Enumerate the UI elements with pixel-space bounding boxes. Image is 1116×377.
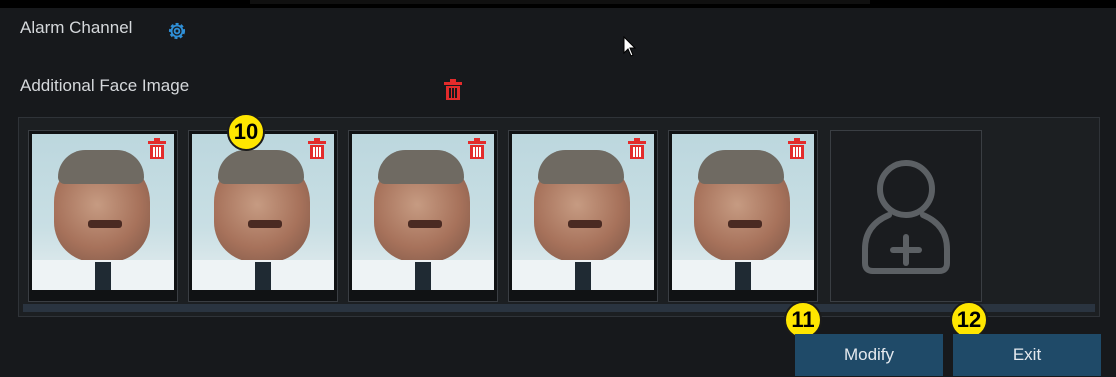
trash-icon[interactable] — [147, 137, 167, 161]
face-mustache — [408, 220, 442, 228]
face-thumbnail[interactable] — [668, 130, 818, 302]
face-thumbnail[interactable] — [508, 130, 658, 302]
tie — [95, 262, 111, 290]
trash-icon[interactable] — [627, 137, 647, 161]
face-thumbnail[interactable] — [348, 130, 498, 302]
additional-face-image-label: Additional Face Image — [20, 76, 190, 95]
trash-icon[interactable] — [467, 137, 487, 161]
alarm-channel-label: Alarm Channel — [20, 18, 133, 37]
gear-icon[interactable] — [166, 20, 188, 42]
exit-button[interactable]: Exit — [953, 334, 1101, 376]
modify-button[interactable]: Modify — [795, 334, 943, 376]
callout-badge: 10 — [227, 113, 265, 151]
add-person-icon — [862, 160, 950, 274]
trash-icon[interactable] — [307, 137, 327, 161]
face-mustache — [568, 220, 602, 228]
trash-icon[interactable] — [443, 78, 463, 102]
top-strip — [0, 0, 1116, 8]
face-hair — [218, 150, 304, 184]
face-image-gallery — [18, 117, 1100, 317]
tie — [735, 262, 751, 290]
face-mustache — [248, 220, 282, 228]
top-strip-shadow — [250, 0, 870, 4]
tie — [415, 262, 431, 290]
face-mustache — [728, 220, 762, 228]
face-thumbnail[interactable] — [188, 130, 338, 302]
face-thumbnail[interactable] — [28, 130, 178, 302]
add-face-tile[interactable] — [830, 130, 982, 302]
tie — [255, 262, 271, 290]
face-hair — [698, 150, 784, 184]
trash-icon[interactable] — [787, 137, 807, 161]
face-hair — [538, 150, 624, 184]
mouse-cursor-icon — [623, 36, 637, 57]
face-hair — [58, 150, 144, 184]
tie — [575, 262, 591, 290]
face-hair — [378, 150, 464, 184]
face-mustache — [88, 220, 122, 228]
gallery-scrollbar[interactable] — [23, 304, 1095, 312]
